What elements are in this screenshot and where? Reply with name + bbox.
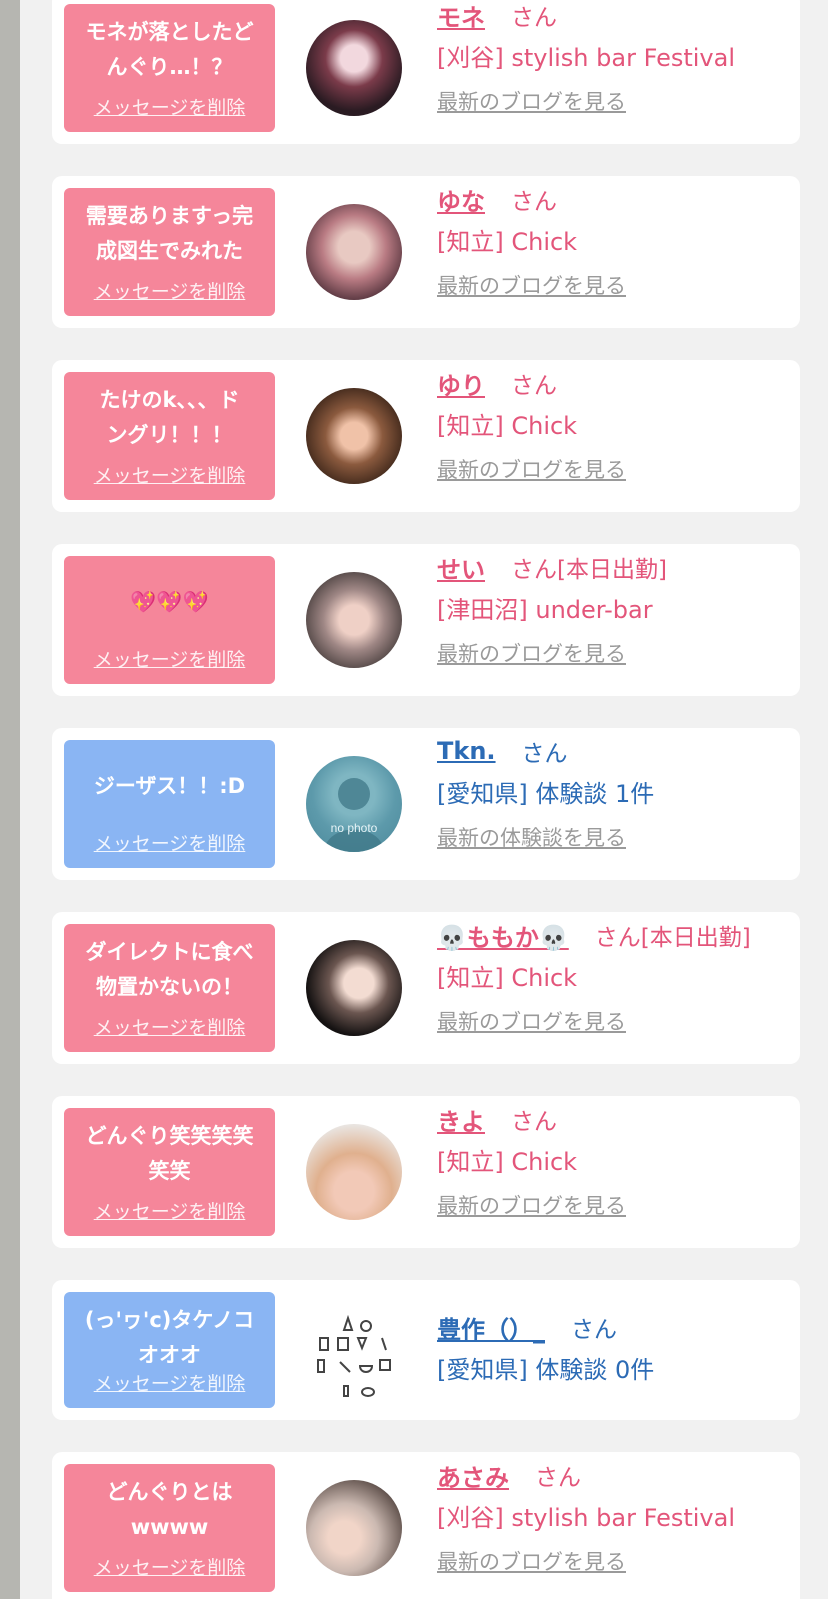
delete-message-link[interactable]: メッセージを削除 [64,93,275,120]
latest-blog-link[interactable]: 最新のブログを見る [437,86,790,116]
left-rail [0,0,20,1599]
delete-message-link[interactable]: メッセージを削除 [64,1369,275,1396]
list-item: 需要ありますっ完 成図生でみれた メッセージを削除 ゆな さん [知立] Chi… [52,176,800,328]
no-photo-icon[interactable]: no photo [306,756,402,852]
delete-message-link[interactable]: メッセージを削除 [64,645,275,672]
store-info: [知立] Chick [437,227,578,256]
store-info: [知立] Chick [437,1147,578,1176]
message-text: どんぐりとは wwww [106,1480,233,1539]
user-name-link[interactable]: ゆり [437,366,485,401]
latest-review-link[interactable]: 最新の体験談を見る [437,822,790,852]
message-bubble: モネが落としたど んぐり…！？ メッセージを削除 [64,4,275,132]
message-bubble: 💖💖💖 メッセージを削除 [64,556,275,684]
message-text: ダイレクトに食べ 物置かないの！ [85,940,254,999]
latest-blog-link[interactable]: 最新のブログを見る [437,1006,790,1036]
delete-message-link[interactable]: メッセージを削除 [64,277,275,304]
user-name-link[interactable]: ゆな [437,182,485,217]
user-name-link[interactable]: 豊作（）_ [437,1310,545,1345]
store-info: [知立] Chick [437,411,578,440]
message-text: どんぐり笑笑笑笑 笑笑 [85,1124,254,1183]
lab-tools-icon[interactable] [306,1308,402,1404]
user-name-link[interactable]: 💀ももか💀 [437,918,569,953]
avatar[interactable] [306,204,402,300]
user-suffix: さん[本日出勤] [511,557,667,583]
avatar[interactable] [306,940,402,1036]
user-suffix: さん [521,741,568,767]
lab-tools-illustration [317,1314,391,1397]
user-suffix: さん [535,1465,581,1491]
store-info: [知立] Chick [437,963,578,992]
delete-message-link[interactable]: メッセージを削除 [64,461,275,488]
user-suffix: さん [511,373,557,399]
message-text: 💖💖💖 [130,589,209,614]
store-info: [刈谷] stylish bar Festival [437,1503,736,1532]
list-item: モネが落としたど んぐり…！？ メッセージを削除 モネ さん [刈谷] styl… [52,0,800,144]
user-suffix: さん [511,5,557,31]
list-item: どんぐり笑笑笑笑 笑笑 メッセージを削除 きよ さん [知立] Chick 最新… [52,1096,800,1248]
user-suffix: さん [571,1317,617,1343]
list-item: たけのk、、、ド ングリ！！！ メッセージを削除 ゆり さん [知立] Chic… [52,360,800,512]
message-text: (っ'ヮ'c)タケノコ オオオ [84,1308,255,1367]
user-name-link[interactable]: Tkn. [437,737,496,765]
list-item: ダイレクトに食べ 物置かないの！ メッセージを削除 💀ももか💀 さん[本日出勤]… [52,912,800,1064]
message-bubble: ジーザス！！:D メッセージを削除 [64,740,275,868]
delete-message-link[interactable]: メッセージを削除 [64,829,275,856]
delete-message-link[interactable]: メッセージを削除 [64,1013,275,1040]
latest-blog-link[interactable]: 最新のブログを見る [437,270,790,300]
user-name-link[interactable]: モネ [437,0,485,33]
message-text: モネが落としたど んぐり…！？ [85,20,254,79]
avatar[interactable] [306,572,402,668]
message-text: 需要ありますっ完 成図生でみれた [85,204,254,263]
message-bubble: ダイレクトに食べ 物置かないの！ メッセージを削除 [64,924,275,1052]
no-photo-label: no photo [331,821,378,835]
list-item: (っ'ヮ'c)タケノコ オオオ メッセージを削除 豊作（）_ さん [愛知県] … [52,1280,800,1420]
avatar[interactable] [306,20,402,116]
message-bubble: (っ'ヮ'c)タケノコ オオオ メッセージを削除 [64,1292,275,1408]
store-info: [津田沼] under-bar [437,595,653,624]
latest-blog-link[interactable]: 最新のブログを見る [437,1546,790,1576]
latest-blog-link[interactable]: 最新のブログを見る [437,1190,790,1220]
latest-blog-link[interactable]: 最新のブログを見る [437,454,790,484]
user-name-link[interactable]: せい [437,550,485,585]
user-name-link[interactable]: きよ [437,1102,485,1137]
store-info: [愛知県] 体験談 0件 [437,1355,655,1384]
left-gap [20,0,52,1599]
delete-message-link[interactable]: メッセージを削除 [64,1197,275,1224]
user-suffix: さん [511,189,557,215]
message-bubble: たけのk、、、ド ングリ！！！ メッセージを削除 [64,372,275,500]
message-text: ジーザス！！:D [93,773,246,798]
list-item: 💖💖💖 メッセージを削除 せい さん[本日出勤] [津田沼] under-bar… [52,544,800,696]
message-bubble: 需要ありますっ完 成図生でみれた メッセージを削除 [64,188,275,316]
person-silhouette-icon: no photo [324,778,384,852]
message-bubble: どんぐりとは wwww メッセージを削除 [64,1464,275,1592]
store-info: [愛知県] 体験談 1件 [437,779,655,808]
list-item: ジーザス！！:D メッセージを削除 no photo Tkn. さん [愛知県]… [52,728,800,880]
user-name-link[interactable]: あさみ [437,1458,509,1493]
store-info: [刈谷] stylish bar Festival [437,43,736,72]
message-bubble: どんぐり笑笑笑笑 笑笑 メッセージを削除 [64,1108,275,1236]
user-suffix: さん [511,1109,557,1135]
list-item: どんぐりとは wwww メッセージを削除 あさみ さん [刈谷] stylish… [52,1452,800,1599]
latest-blog-link[interactable]: 最新のブログを見る [437,638,790,668]
avatar[interactable] [306,388,402,484]
avatar[interactable] [306,1480,402,1576]
message-text: たけのk、、、ド ングリ！！！ [99,388,240,447]
delete-message-link[interactable]: メッセージを削除 [64,1553,275,1580]
user-suffix: さん[本日出勤] [594,925,751,951]
avatar[interactable] [306,1124,402,1220]
